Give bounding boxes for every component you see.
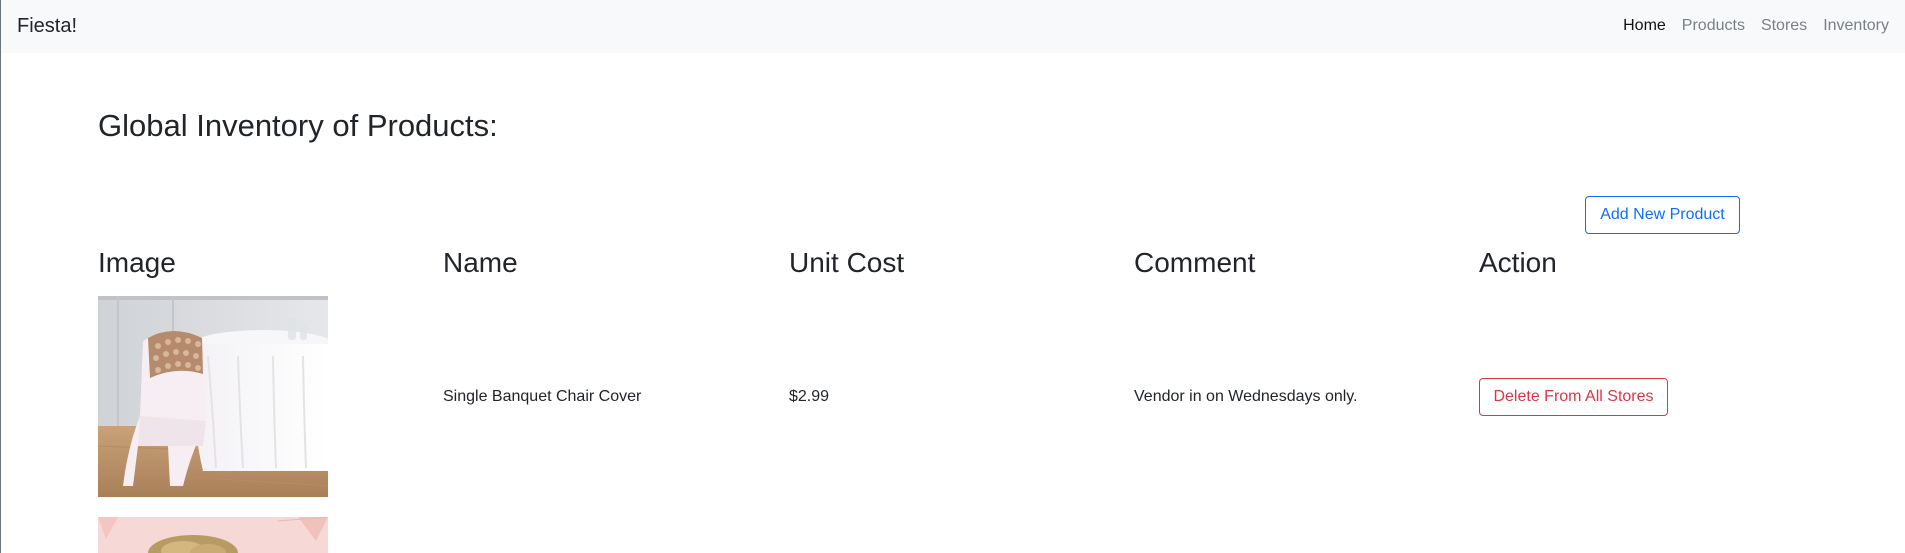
nav-home[interactable]: Home — [1615, 16, 1674, 36]
nav-links: Home Products Stores Inventory — [1615, 16, 1897, 36]
page-title: Global Inventory of Products: — [98, 108, 498, 143]
brand-link[interactable]: Fiesta! — [17, 14, 77, 38]
header-name: Name — [443, 247, 518, 278]
product-unit-cost: $2.99 — [789, 388, 830, 405]
product-image-chair-cover — [98, 296, 328, 497]
product-name: Single Banquet Chair Cover — [443, 388, 642, 405]
navbar: Fiesta! Home Products Stores Inventory — [1, 0, 1905, 53]
header-image: Image — [98, 247, 176, 278]
nav-inventory[interactable]: Inventory — [1815, 16, 1897, 36]
nav-products[interactable]: Products — [1674, 16, 1753, 36]
nav-stores[interactable]: Stores — [1753, 16, 1815, 36]
delete-from-all-stores-button[interactable]: Delete From All Stores — [1479, 378, 1668, 416]
add-new-product-button[interactable]: Add New Product — [1585, 196, 1740, 234]
product-comment: Vendor in on Wednesdays only. — [1134, 388, 1358, 405]
header-action: Action — [1479, 247, 1557, 278]
header-unit-cost: Unit Cost — [789, 247, 905, 278]
header-comment: Comment — [1134, 247, 1256, 278]
product-image-party-decor — [98, 517, 328, 553]
